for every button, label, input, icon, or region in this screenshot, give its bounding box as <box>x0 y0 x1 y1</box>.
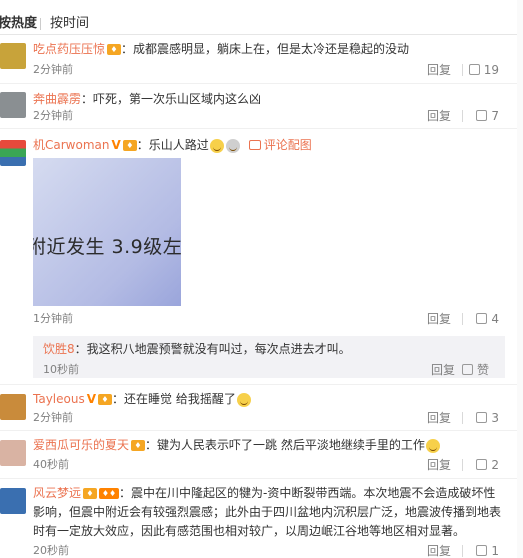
avatar[interactable] <box>0 440 26 466</box>
action-divider <box>462 313 463 325</box>
sub-like-label: 赞 <box>476 363 489 377</box>
sub-reply-box: 饮胜8：我这积八地震预警就没有叫过，每次点进去才叫。 10秒前 回复 赞 <box>33 336 505 378</box>
thumbs-up-icon <box>461 364 473 375</box>
image-icon <box>248 140 261 150</box>
comment-time: 1分钟前 <box>33 312 73 325</box>
username-link[interactable]: 机Carwoman <box>33 138 109 152</box>
divider <box>0 384 523 385</box>
thumbs-up-icon <box>476 545 488 556</box>
reply-button[interactable]: 回复 <box>427 411 451 425</box>
comment-paragraph: 风云梦远 ♦ ♦♦ ：震中在川中隆起区的犍为-资中断裂带西端。本次地震不会造成破坏性影… <box>33 484 505 541</box>
thumbs-up-icon <box>476 110 488 121</box>
comment-text: ：乐山人路过 <box>136 138 209 152</box>
emoji-icon <box>225 138 240 153</box>
comment-image[interactable]: 附近发生 3.9级左 <box>33 158 181 306</box>
emoji-icon <box>236 392 251 407</box>
comment-text: ：吓死，第一次乐山区域内这么凶 <box>81 92 262 106</box>
tab-by-time[interactable]: 按时间 <box>50 16 89 32</box>
avatar[interactable] <box>0 488 26 514</box>
sub-reply-username[interactable]: 饮胜8 <box>43 342 75 356</box>
sub-reply-time: 10秒前 <box>43 363 79 376</box>
level-badge: ♦ <box>98 394 113 405</box>
comment-line: 爱西瓜可乐的夏天 ♦ ：键为人民表示吓了一跳 然后平淡地继续手里的工作 <box>33 437 441 453</box>
emoji-icon <box>209 138 224 153</box>
comment-text: ：键为人民表示吓了一跳 然后平淡地继续手里的工作 <box>145 438 425 452</box>
like-count: 7 <box>491 109 499 123</box>
reply-button[interactable]: 回复 <box>427 544 451 558</box>
action-divider <box>462 110 463 122</box>
avatar[interactable] <box>0 394 26 420</box>
like-button[interactable]: 2 <box>476 458 499 472</box>
comment-time: 40秒前 <box>33 458 69 471</box>
sort-tabs: 按热度 按时间 <box>0 0 523 32</box>
sub-reply-button[interactable]: 回复 <box>431 361 455 378</box>
comment-line: 吃点药压压惊 ♦ ：成都震感明显，躺床上在，但是太冷还是稳起的没动 <box>33 41 409 57</box>
tabs-divider <box>0 34 523 35</box>
comment-time: 20秒前 <box>33 544 69 557</box>
action-divider <box>462 412 463 424</box>
username-link[interactable]: 爱西瓜可乐的夏天 <box>33 438 129 452</box>
comment-line: 奔曲霹雳：吓死，第一次乐山区域内这么凶 <box>33 91 261 107</box>
username-link[interactable]: 吃点药压压惊 <box>33 42 105 56</box>
emoji-icon <box>425 438 440 453</box>
username-link[interactable]: Tayleous <box>33 392 85 406</box>
divider <box>0 430 523 431</box>
thumbs-up-icon <box>476 459 488 470</box>
comment-text: ：成都震感明显，躺床上在，但是太冷还是稳起的没动 <box>121 42 410 56</box>
thumbs-up-icon <box>476 313 488 324</box>
action-divider <box>462 459 463 471</box>
comment-text: ：还在睡觉 给我摇醒了 <box>112 392 236 406</box>
level-badge: ♦ <box>107 44 122 55</box>
like-button[interactable]: 7 <box>476 109 499 123</box>
sub-like-button[interactable]: 赞 <box>461 361 489 378</box>
like-count: 2 <box>491 458 499 472</box>
sub-reply-line: 饮胜8：我这积八地震预警就没有叫过，每次点进去才叫。 <box>43 342 351 356</box>
reply-button[interactable]: 回复 <box>427 312 451 326</box>
username-link[interactable]: 奔曲霹雳 <box>33 92 81 106</box>
comment-line: Tayleous V ♦ ：还在睡觉 给我摇醒了 <box>33 391 252 407</box>
like-button[interactable]: 3 <box>476 411 499 425</box>
divider <box>0 83 523 84</box>
like-button[interactable]: 4 <box>476 312 499 326</box>
fan-badge: ♦♦ <box>99 488 120 499</box>
avatar[interactable] <box>0 92 26 118</box>
reply-button[interactable]: 回复 <box>427 63 451 77</box>
like-button[interactable]: 19 <box>468 63 499 77</box>
verified-v-icon: V <box>111 138 121 152</box>
like-button[interactable]: 1 <box>476 544 499 558</box>
avatar[interactable] <box>0 43 26 69</box>
thumbs-up-icon <box>468 64 480 75</box>
verified-v-icon: V <box>86 392 97 406</box>
level-badge: ♦ <box>131 440 146 451</box>
comment-time: 2分钟前 <box>33 411 73 424</box>
tab-divider <box>40 18 41 30</box>
comment-time: 2分钟前 <box>33 109 73 122</box>
avatar[interactable] <box>0 140 26 166</box>
reply-button[interactable]: 回复 <box>427 458 451 472</box>
sub-reply-text: ：我这积八地震预警就没有叫过，每次点进去才叫。 <box>74 342 351 356</box>
like-count: 3 <box>491 411 499 425</box>
level-badge: ♦ <box>83 488 98 499</box>
like-count: 4 <box>491 312 499 326</box>
like-count: 1 <box>491 544 499 558</box>
like-count: 19 <box>483 63 499 77</box>
action-divider <box>462 64 463 76</box>
tab-by-hot[interactable]: 按热度 <box>0 16 37 32</box>
username-link[interactable]: 风云梦远 <box>33 486 81 500</box>
divider <box>0 478 523 479</box>
level-badge: ♦ <box>122 140 137 151</box>
thumbs-up-icon <box>476 412 488 423</box>
image-caption: 附近发生 3.9级左 <box>33 236 181 258</box>
comment-line: 机Carwoman V ♦ ：乐山人路过 评论配图 <box>33 137 312 153</box>
action-divider <box>462 545 463 557</box>
comment-image-link[interactable]: 评论配图 <box>248 138 312 152</box>
reply-button[interactable]: 回复 <box>427 109 451 123</box>
scrollbar[interactable] <box>517 0 523 558</box>
comment-time: 2分钟前 <box>33 63 73 76</box>
comment-image-link-label: 评论配图 <box>263 138 312 152</box>
divider <box>0 128 523 129</box>
